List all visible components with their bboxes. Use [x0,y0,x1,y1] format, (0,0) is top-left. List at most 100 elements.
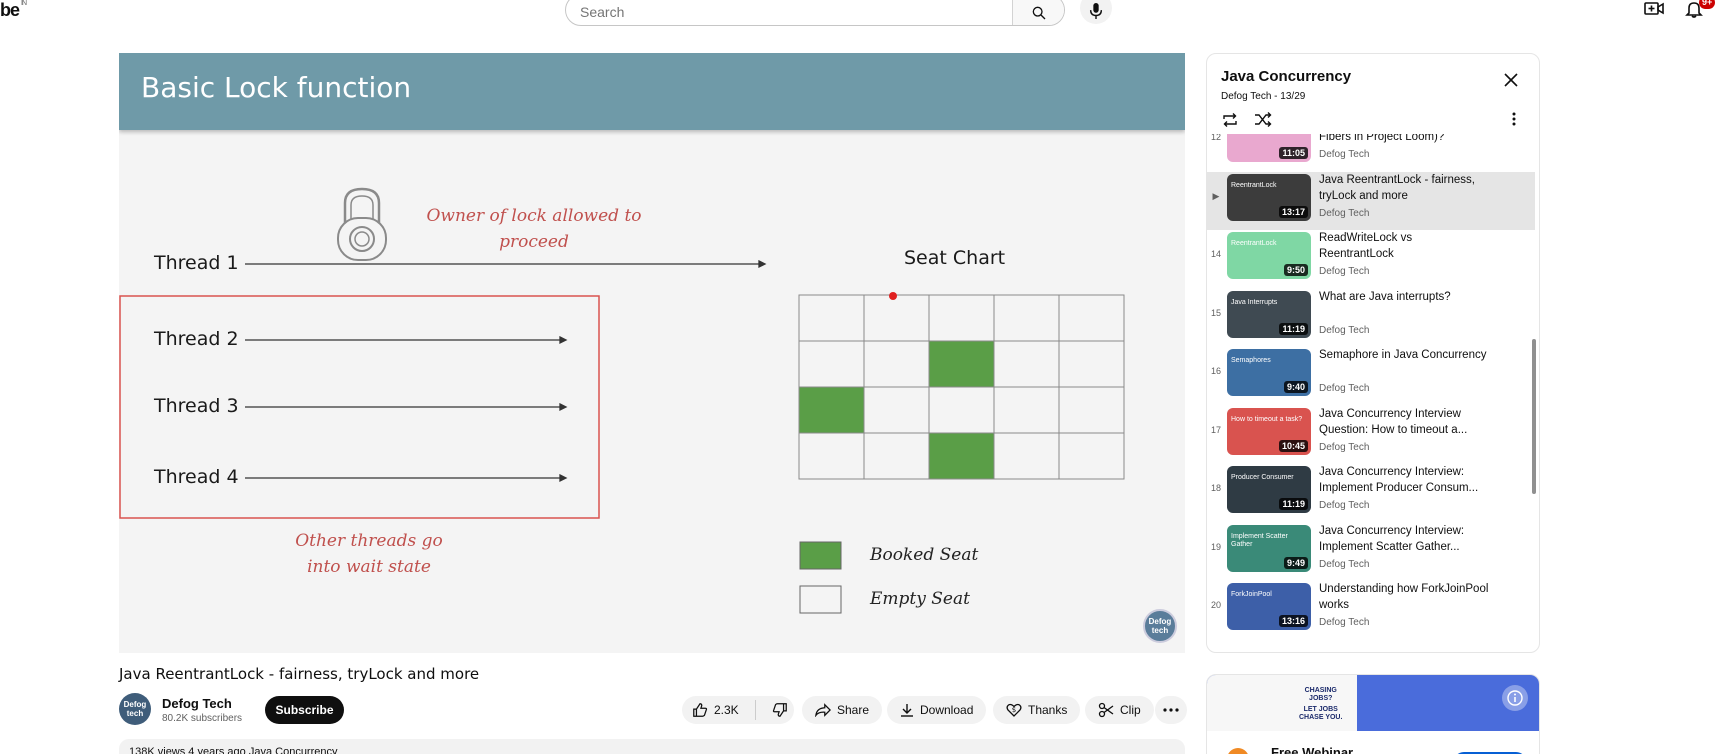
share-label: Share [837,703,870,717]
playlist-item-thumbnail[interactable]: How to timeout a task? 10:45 [1227,407,1311,455]
clip-button[interactable]: Clip [1085,696,1154,724]
playlist-item-thumbnail[interactable]: Implement Scatter Gather 9:49 [1227,524,1311,572]
video-player[interactable]: Basic Lock function Thread 1 Thread 2 Th… [119,53,1185,653]
download-button[interactable]: Download [887,696,987,724]
voice-search-button[interactable] [1080,0,1112,24]
playlist-item-title[interactable]: Java ReentrantLock - fairness, tryLock a… [1319,172,1489,204]
notification-badge: 9+ [1699,0,1716,9]
create-button[interactable] [1644,0,1664,23]
like-button[interactable]: 2.3K [682,700,756,720]
loop-button[interactable] [1221,112,1239,133]
ad-logo [1227,748,1249,754]
playlist-item[interactable]: 12 11:05 What are coroutines (aka Java Fib… [1207,134,1535,171]
playlist-item-title[interactable]: What are coroutines (aka Java Fibers in … [1319,134,1489,145]
cursor-dot [889,292,897,300]
thumbnail-text: ForkJoinPool [1231,591,1272,598]
thumbnail-text: ReentrantLock [1231,181,1277,189]
empty-seat [1058,386,1125,434]
legend-booked-label: Booked Seat [870,545,979,565]
playlist-title[interactable]: Java Concurrency [1221,68,1351,85]
playlist-menu-button[interactable] [1512,112,1516,131]
playlist-subtitle: Defog Tech - 13/29 [1221,91,1306,102]
subscribe-button[interactable]: Subscribe [265,696,344,724]
shuffle-icon [1255,112,1272,127]
empty-seat [1058,432,1125,480]
thumbnail-text: Java Interrupts [1231,298,1278,306]
channel-avatar[interactable]: Defog tech [119,693,151,725]
ad-info-button[interactable] [1502,685,1528,711]
empty-seat [928,294,995,342]
like-dislike-group: 2.3K [682,696,794,724]
dislike-button[interactable] [762,702,788,718]
legend-booked-swatch [799,541,842,570]
wait-note: Other threads go into wait state [295,531,443,577]
playlist-item-title[interactable]: Semaphore in Java Concurrency [1319,347,1489,363]
legend-empty-swatch [799,585,842,614]
svg-text:$: $ [1012,706,1016,714]
share-button[interactable]: Share [802,696,883,724]
empty-seat [798,432,865,480]
playlist-item[interactable]: 20 ForkJoinPool 13:16 Understanding how For… [1207,581,1535,639]
duration-badge: 9:50 [1283,264,1308,276]
playlist-item-channel: Defog Tech [1319,324,1370,336]
playlist-item-thumbnail[interactable]: 11:05 [1227,134,1311,162]
ad-banner[interactable]: CHASING JOBS? LET JOBS CHASE YOU. [1207,675,1539,731]
owner-note: Owner of lock allowed to proceed [426,206,642,252]
playlist-item-index: 18 [1210,483,1221,493]
playlist-item-thumbnail[interactable]: ForkJoinPool 13:16 [1227,583,1311,630]
search-button[interactable] [1012,0,1064,25]
channel-name[interactable]: Defog Tech [162,696,232,711]
search-input[interactable] [566,0,1012,25]
playlist-item-thumbnail[interactable]: ReentrantLock 13:17 [1227,173,1311,221]
playlist-panel: Java Concurrency Defog Tech - 13/29 12 11… [1206,53,1540,653]
empty-seat [993,386,1060,434]
playlist-item-title[interactable]: Java Concurrency Interview: Implement Sc… [1319,523,1489,555]
empty-seat [1058,340,1125,388]
playlist-item-title[interactable]: ReadWriteLock vs ReentrantLock [1319,230,1489,262]
thumbnail-text: Semaphores [1231,357,1271,364]
playlist-item[interactable]: ▶ ReentrantLock 13:17 Java ReentrantLock - … [1207,171,1535,230]
playlist-item[interactable]: 17 How to timeout a task? 10:45 Java Concur… [1207,406,1535,464]
duration-badge: 11:19 [1279,498,1308,510]
close-playlist-button[interactable] [1503,72,1519,93]
playlist-item[interactable]: 15 Java Interrupts 11:19 What are Java inte… [1207,289,1535,347]
video-title: Java ReentrantLock - fairness, tryLock a… [119,665,480,683]
playlist-item-thumbnail[interactable]: ReentrantLock 9:50 [1227,232,1311,279]
more-actions-button[interactable] [1155,696,1187,724]
playlist-item-title[interactable]: Java Concurrency Interview: Implement Pr… [1319,464,1489,496]
empty-seat [1058,294,1125,342]
playlist-item-channel: Defog Tech [1319,617,1370,628]
playlist-item[interactable]: 16 Semaphores 9:40 Semaphore in Java Concur… [1207,347,1535,405]
download-label: Download [920,703,974,717]
playlist-item[interactable]: 18 Producer Consumer 11:19 Java Concurrency… [1207,464,1535,522]
shuffle-button[interactable] [1254,112,1272,133]
channel-watermark[interactable]: Defog tech [1143,609,1177,643]
ad-card[interactable]: CHASING JOBS? LET JOBS CHASE YOU. Free W… [1206,674,1540,754]
playlist-item[interactable]: 14 ReentrantLock 9:50 ReadWriteLock vs Reen… [1207,230,1535,288]
playlist-item[interactable]: 19 Implement Scatter Gather 9:49 Java Concu… [1207,523,1535,581]
seat-grid [798,294,1125,480]
empty-seat [863,432,930,480]
description-box[interactable]: 138K views 4 years ago Java Concurrency [119,739,1185,754]
thumbnail-text: ReentrantLock [1231,240,1277,247]
playlist-item-channel: Defog Tech [1319,266,1370,277]
playlist-item-title[interactable]: Java Concurrency Interview Question: How… [1319,406,1489,438]
empty-seat [928,386,995,434]
youtube-logo[interactable]: be IN [0,0,27,21]
playlist-item-index: 16 [1210,366,1221,376]
duration-badge: 13:17 [1278,205,1308,218]
playlist-item-title[interactable]: What are Java interrupts? [1319,289,1489,305]
thanks-icon: $ [1006,703,1022,717]
thumbs-down-icon [772,703,787,717]
thumbnail-text: Producer Consumer [1231,474,1294,481]
playlist-item-thumbnail[interactable]: Java Interrupts 11:19 [1227,290,1311,338]
playlist-item-index: 20 [1210,600,1221,610]
create-video-icon [1644,2,1664,15]
like-count: 2.3K [714,703,739,717]
playlist-item-thumbnail[interactable]: Semaphores 9:40 [1227,349,1311,396]
thanks-button[interactable]: $ Thanks [993,696,1081,724]
playlist-item-title[interactable]: Understanding how ForkJoinPool works [1319,581,1489,613]
playlist-scrollbar[interactable] [1532,339,1536,494]
playlist-item-thumbnail[interactable]: Producer Consumer 11:19 [1227,466,1311,513]
playlist-item-channel: Defog Tech [1319,383,1370,394]
